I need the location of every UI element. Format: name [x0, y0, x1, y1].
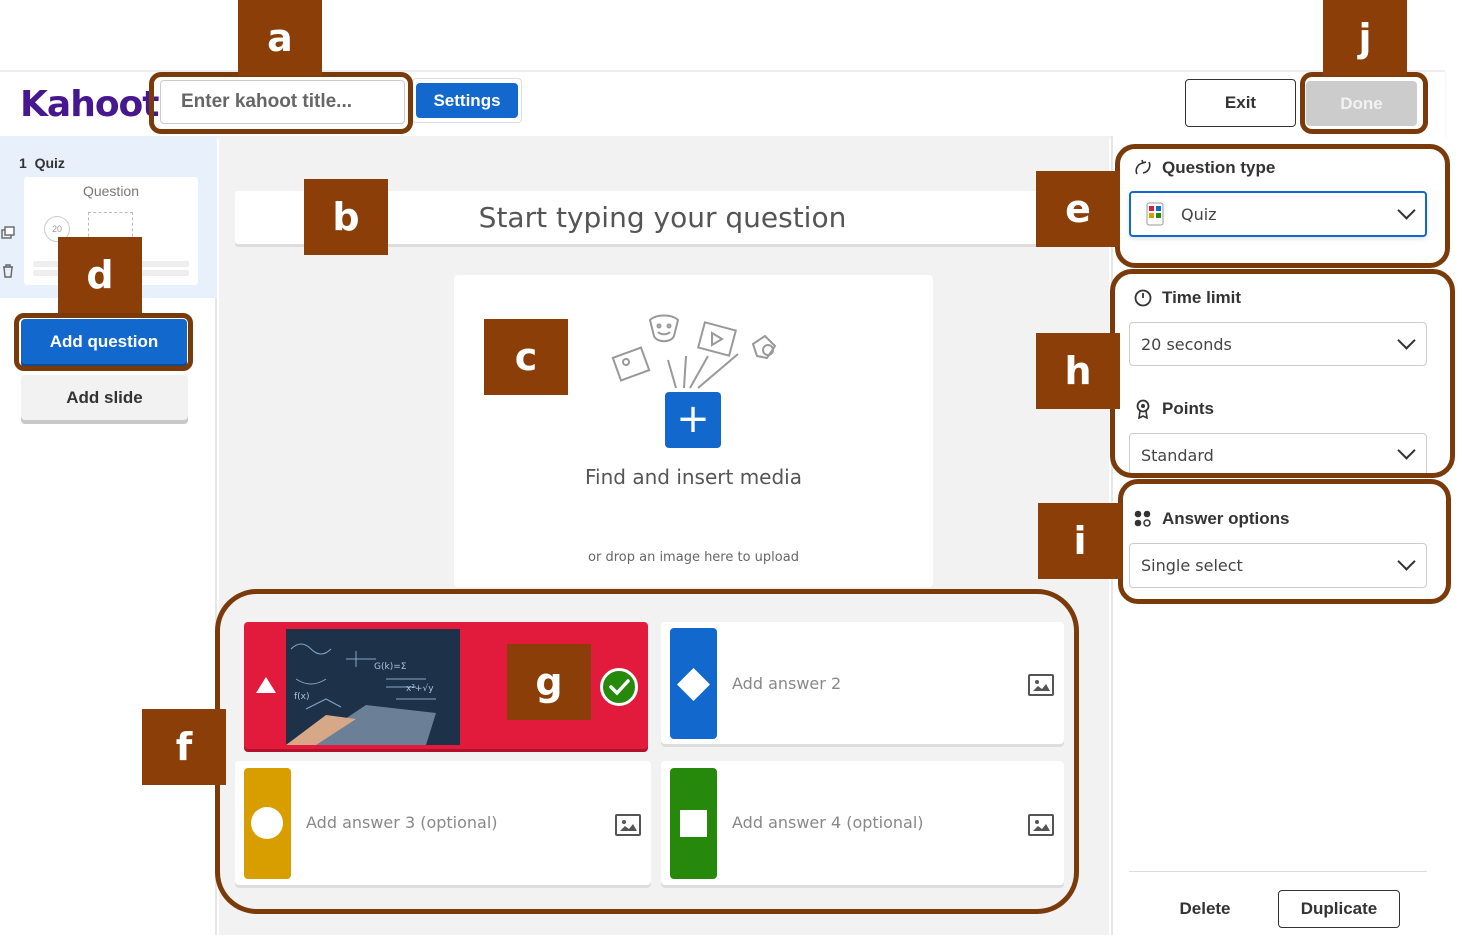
annotation-tag: f [142, 709, 226, 785]
annotation-ring-j [1300, 72, 1428, 134]
add-slide-button[interactable]: Add slide [21, 375, 188, 420]
duplicate-slide-icon[interactable] [1, 226, 16, 244]
annotation-ring-e [1115, 144, 1450, 268]
delete-button[interactable]: Delete [1160, 899, 1250, 919]
thumbnail-title: Question [82, 183, 140, 199]
annotation-ring-d [14, 313, 193, 371]
annotation-tag: e [1036, 171, 1120, 247]
media-title: Find and insert media [585, 465, 802, 489]
annotation-tag: h [1036, 333, 1120, 409]
annotation-tag: i [1038, 503, 1122, 579]
slide-number: 1 [19, 155, 27, 171]
annotation-tag: g [507, 644, 591, 720]
insert-media-button[interactable]: + [665, 392, 721, 448]
delete-slide-icon[interactable] [1, 264, 15, 281]
settings-button[interactable]: Settings [416, 83, 518, 118]
annotation-ring-h [1110, 269, 1455, 478]
annotation-ring-f [215, 589, 1079, 914]
annotation-tag: c [484, 319, 568, 395]
duplicate-button[interactable]: Duplicate [1278, 890, 1400, 928]
slide-label: 1 Quiz [19, 155, 65, 171]
panel-divider [1129, 871, 1427, 872]
annotation-tag: j [1323, 0, 1407, 76]
annotation-tag: b [304, 179, 388, 255]
annotation-ring-i [1118, 479, 1451, 604]
annotation-tag: a [238, 0, 322, 76]
media-illustration-icon [608, 312, 783, 397]
exit-button[interactable]: Exit [1185, 79, 1296, 127]
annotation-ring-a [149, 72, 413, 134]
slide-type: Quiz [34, 155, 65, 171]
annotation-tag: d [58, 237, 142, 313]
media-upload-hint: or drop an image here to upload [588, 550, 799, 565]
